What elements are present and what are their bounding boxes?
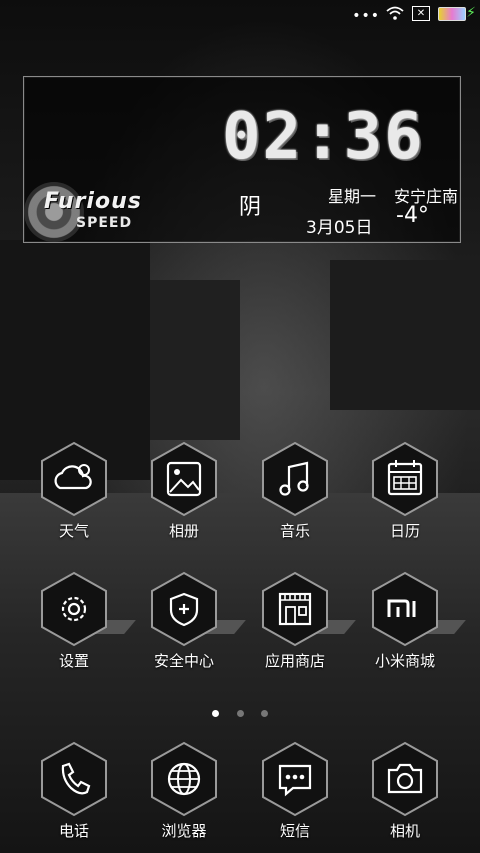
weekday: 星期一 bbox=[328, 187, 377, 206]
dock-messages[interactable]: 短信 bbox=[240, 740, 350, 841]
weather-icon bbox=[41, 441, 107, 517]
message-icon bbox=[262, 741, 328, 817]
app-label: 电话 bbox=[58, 822, 89, 840]
app-label: 短信 bbox=[279, 822, 310, 840]
app-label: 小米商城 bbox=[374, 652, 435, 670]
widget-logo-subtitle: SPEED bbox=[76, 215, 133, 231]
gallery-icon bbox=[151, 441, 217, 517]
app-music[interactable]: 音乐 bbox=[240, 440, 350, 541]
temperature: -4° bbox=[396, 203, 429, 228]
page-indicator[interactable] bbox=[0, 702, 480, 721]
page-dot-active[interactable] bbox=[212, 710, 220, 717]
app-store[interactable]: 应用商店 bbox=[240, 570, 350, 671]
app-security[interactable]: 安全中心 bbox=[129, 570, 239, 671]
wifi-icon bbox=[386, 6, 404, 20]
music-icon bbox=[262, 441, 328, 517]
app-label: 相机 bbox=[389, 822, 420, 840]
battery-icon bbox=[438, 7, 466, 21]
dock-phone[interactable]: 电话 bbox=[19, 740, 129, 841]
dock-camera[interactable]: 相机 bbox=[350, 740, 460, 841]
app-label: 相册 bbox=[168, 522, 199, 540]
app-gallery[interactable]: 相册 bbox=[129, 440, 239, 541]
store-icon bbox=[262, 571, 328, 647]
app-label: 天气 bbox=[58, 522, 89, 540]
app-label: 设置 bbox=[58, 652, 89, 670]
browser-icon bbox=[151, 741, 217, 817]
page-dot[interactable] bbox=[260, 710, 268, 717]
clock-weather-widget[interactable]: Furious SPEED 02:36 阴 星期一 3月05日 安宁庄南 -4° bbox=[23, 76, 461, 243]
phone-icon bbox=[41, 741, 107, 817]
clock-time[interactable]: 02:36 bbox=[222, 97, 442, 177]
app-label: 应用商店 bbox=[264, 652, 325, 670]
weather-condition: 阴 bbox=[239, 195, 262, 220]
mi-icon bbox=[372, 571, 438, 647]
status-bar: ••• ✕ ⚡ bbox=[0, 0, 480, 28]
app-settings[interactable]: 设置 bbox=[19, 570, 129, 671]
widget-logo-title: Furious bbox=[44, 189, 142, 214]
settings-icon bbox=[41, 571, 107, 647]
camera-icon bbox=[372, 741, 438, 817]
date: 3月05日 bbox=[306, 218, 373, 238]
no-sim-icon: ✕ bbox=[412, 6, 430, 21]
app-label: 日历 bbox=[389, 522, 420, 540]
page-dot[interactable] bbox=[236, 710, 244, 717]
app-calendar[interactable]: 日历 bbox=[350, 440, 460, 541]
app-label: 音乐 bbox=[279, 522, 310, 540]
app-label: 安全中心 bbox=[153, 652, 214, 670]
charging-icon: ⚡ bbox=[466, 5, 476, 21]
notification-dots-icon: ••• bbox=[352, 8, 380, 24]
app-mi-store[interactable]: 小米商城 bbox=[350, 570, 460, 671]
calendar-icon bbox=[372, 441, 438, 517]
app-label: 浏览器 bbox=[161, 822, 207, 840]
app-weather[interactable]: 天气 bbox=[19, 440, 129, 541]
security-icon bbox=[151, 571, 217, 647]
dock-browser[interactable]: 浏览器 bbox=[129, 740, 239, 841]
